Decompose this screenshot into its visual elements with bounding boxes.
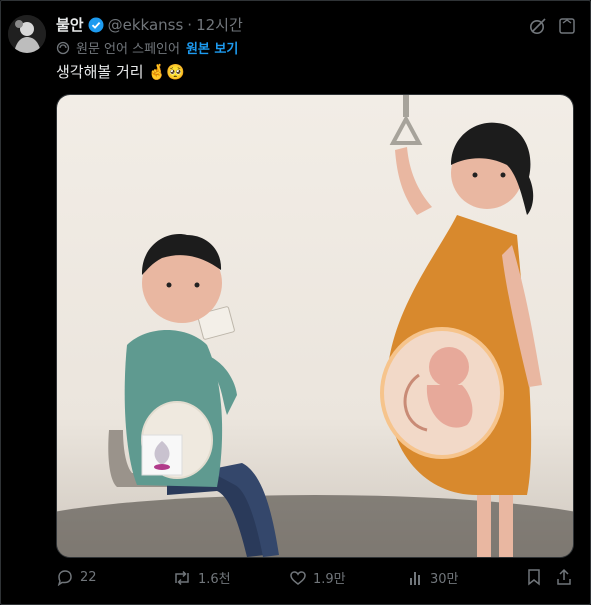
tweet-emoji: 🤞🥺: [147, 62, 185, 81]
author-name[interactable]: 불안: [56, 14, 84, 35]
views-icon: [408, 569, 424, 587]
bookmark-button[interactable]: [526, 568, 542, 586]
timestamp[interactable]: 12시간: [196, 14, 243, 35]
author-handle[interactable]: @ekkanss: [108, 16, 184, 34]
bookmark-icon: [526, 568, 542, 586]
translation-label: 원문 언어 스페인어: [76, 42, 180, 57]
show-original-link[interactable]: 원본 보기: [186, 38, 238, 57]
tweet-image[interactable]: [56, 94, 574, 558]
share-button[interactable]: [556, 568, 572, 586]
avatar[interactable]: [8, 15, 46, 53]
reply-button[interactable]: 22: [56, 568, 97, 586]
share-icon: [556, 568, 572, 586]
reply-icon: [56, 568, 74, 586]
tweet-header: 불안 @ekkanss · 12시간: [56, 14, 243, 35]
repost-count: 1.6천: [198, 572, 231, 587]
repost-icon: [172, 569, 192, 587]
like-icon: [289, 569, 307, 587]
tweet-body: 생각해볼 거리: [56, 63, 144, 81]
like-button[interactable]: 1.9만: [289, 568, 346, 587]
more-icon[interactable]: [557, 16, 577, 36]
repost-button[interactable]: 1.6천: [172, 568, 231, 587]
grok-icon[interactable]: [529, 17, 547, 35]
reply-count: 22: [80, 569, 97, 585]
translate-icon: [56, 41, 70, 55]
like-count: 1.9만: [313, 572, 346, 587]
verified-badge-icon: [88, 17, 104, 33]
views-button[interactable]: 30만: [408, 568, 459, 587]
views-count: 30만: [430, 572, 459, 587]
action-bar: 22 1.6천 1.9만 30만: [56, 568, 574, 590]
separator: ·: [187, 15, 193, 34]
tweet-text: 생각해볼 거리 🤞🥺: [56, 61, 185, 82]
translation-note: 원문 언어 스페인어 원본 보기: [56, 38, 238, 57]
